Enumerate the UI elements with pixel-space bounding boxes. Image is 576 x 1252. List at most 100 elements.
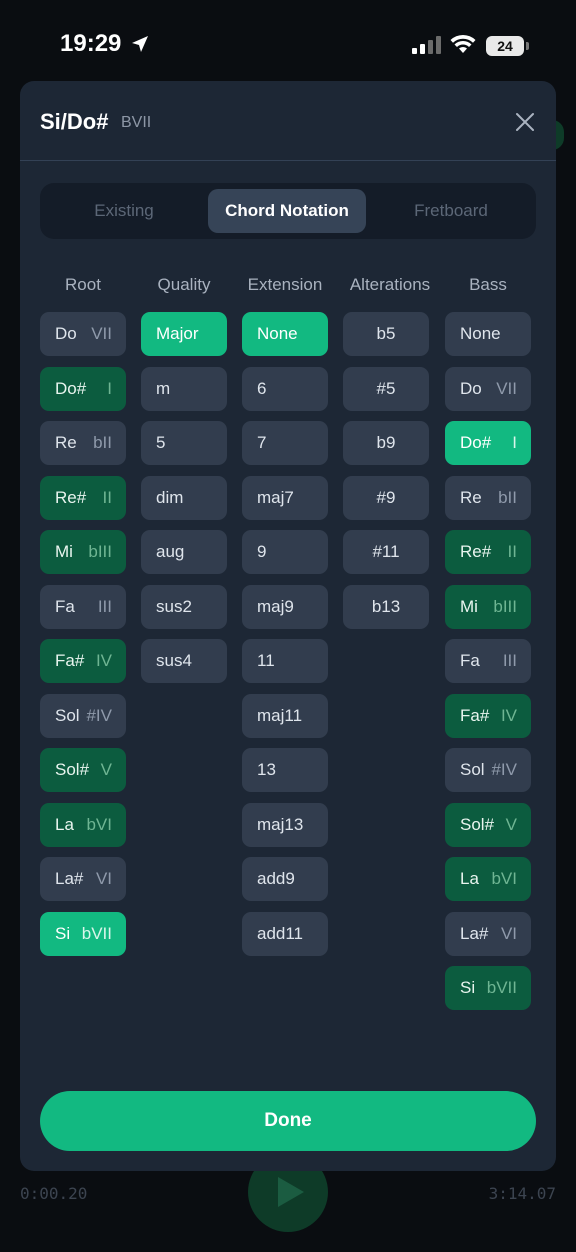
extension-option-label: add11 [257, 923, 304, 943]
bass-option[interactable]: Re bII [445, 475, 531, 520]
quality-option-label: m [156, 378, 171, 398]
extension-option[interactable]: maj7 [242, 475, 328, 520]
bass-option-roman: II [507, 542, 517, 561]
alterations-option-label: b5 [376, 324, 396, 343]
quality-option[interactable]: Major [141, 312, 227, 356]
extension-option[interactable]: 9 [242, 530, 328, 574]
bass-option[interactable]: Sol# V [445, 802, 531, 847]
bass-option[interactable]: Si bVII [445, 966, 531, 1010]
root-option[interactable]: Re# II [40, 475, 126, 520]
quality-option[interactable]: dim [141, 475, 227, 520]
alterations-option[interactable]: #5 [343, 366, 429, 411]
root-option-note: Do# [55, 378, 87, 398]
elapsed-time: 0:00.20 [20, 1184, 88, 1203]
bass-option[interactable]: Re# II [445, 530, 531, 574]
bass-option-note: La# [460, 923, 489, 943]
extension-option[interactable]: 7 [242, 421, 328, 465]
bass-option-note: Re [460, 487, 482, 507]
bass-option[interactable]: Do# I [445, 421, 531, 465]
root-option[interactable]: Re bII [40, 421, 126, 465]
bass-option-roman: V [505, 814, 517, 834]
extension-option[interactable]: 6 [242, 366, 328, 411]
extension-option[interactable]: 11 [242, 639, 328, 683]
root-option-note: La# [55, 869, 84, 888]
quality-option[interactable]: aug [141, 530, 227, 574]
root-option-roman: bVI [86, 814, 112, 834]
root-option-note: La [55, 814, 74, 834]
tab-existing[interactable]: Existing [56, 189, 192, 233]
bass-option[interactable]: La# VI [445, 911, 531, 956]
root-option-note: Sol# [55, 760, 90, 779]
alterations-option-label: #5 [376, 378, 396, 398]
bass-option[interactable]: Do VII [445, 366, 531, 411]
root-option-note: Sol [55, 705, 80, 725]
root-option[interactable]: Do# I [40, 366, 126, 411]
root-option-roman: IV [95, 651, 112, 670]
root-option-note: Do [55, 324, 77, 343]
root-option-note: Si [55, 923, 71, 943]
alterations-option[interactable]: #9 [343, 475, 429, 520]
alterations-option-label: #11 [372, 542, 400, 561]
root-option[interactable]: La# VI [40, 857, 126, 901]
bass-option-roman: VII [496, 378, 517, 398]
alterations-option[interactable]: b13 [343, 584, 429, 629]
extension-option[interactable]: maj9 [242, 584, 328, 629]
chord-title: Si/Do# [40, 109, 109, 134]
done-button[interactable]: Done [40, 1091, 536, 1151]
bass-option[interactable]: Sol #IV [445, 748, 531, 792]
bass-option[interactable]: None [445, 312, 531, 356]
extension-option-label: 13 [257, 760, 276, 779]
alterations-option[interactable]: #11 [343, 530, 429, 574]
root-option[interactable]: Si bVII [40, 911, 126, 956]
bass-option[interactable]: La bVI [445, 857, 531, 901]
quality-option[interactable]: 5 [141, 421, 227, 465]
extension-option[interactable]: maj11 [242, 693, 328, 738]
root-option[interactable]: Fa# IV [40, 639, 126, 683]
status-time: 19:29 [60, 30, 122, 57]
extension-option[interactable]: maj13 [242, 802, 328, 847]
chord-roman-numeral: BVII [121, 114, 152, 131]
extension-option[interactable]: add9 [242, 857, 328, 901]
alterations-option[interactable]: b5 [343, 312, 429, 356]
tab-chord-notation[interactable]: Chord Notation [208, 189, 366, 233]
bass-option-note: Do [460, 378, 482, 398]
root-option[interactable]: Sol #IV [40, 693, 126, 738]
quality-option[interactable]: sus4 [141, 639, 227, 683]
root-option-roman: bVII [81, 923, 112, 943]
root-option[interactable]: Do VII [40, 312, 126, 356]
alterations-option[interactable]: b9 [343, 421, 429, 465]
root-option[interactable]: Fa III [40, 584, 126, 629]
battery-indicator: 24 [486, 36, 524, 56]
total-time: 3:14.07 [488, 1184, 556, 1203]
bass-option[interactable]: Fa III [445, 639, 531, 683]
root-option-roman: V [100, 760, 112, 779]
bass-option[interactable]: Mi bIII [445, 584, 531, 629]
bass-option-note: Do# [460, 433, 492, 452]
bass-option[interactable]: Fa# IV [445, 693, 531, 738]
bass-option-note: La [460, 869, 479, 888]
extension-option-label: 6 [257, 378, 267, 398]
root-option-note: Mi [55, 542, 73, 561]
extension-option-label: maj7 [257, 487, 294, 507]
root-option[interactable]: Sol# V [40, 748, 126, 792]
extension-option-label: maj13 [257, 814, 304, 834]
extension-option[interactable]: 13 [242, 748, 328, 792]
extension-option[interactable]: None [242, 312, 328, 356]
tab-fretboard[interactable]: Fretboard [382, 189, 520, 233]
extension-header: Extension [247, 275, 323, 294]
root-option-roman: III [97, 596, 112, 616]
tab-bar: Existing Chord Notation Fretboard [40, 183, 536, 239]
bass-option-note: Sol# [460, 814, 495, 834]
root-option-note: Re# [55, 487, 87, 507]
bass-header: Bass [469, 275, 507, 294]
alterations-option-label: b13 [371, 596, 401, 616]
extension-option[interactable]: add11 [242, 911, 328, 956]
location-arrow-icon [132, 36, 148, 52]
close-icon[interactable] [514, 111, 536, 133]
quality-option-label: dim [156, 487, 184, 507]
quality-option[interactable]: m [141, 366, 227, 411]
root-option[interactable]: Mi bIII [40, 530, 126, 574]
extension-option-label: 11 [257, 651, 275, 670]
root-option[interactable]: La bVI [40, 802, 126, 847]
quality-option[interactable]: sus2 [141, 584, 227, 629]
